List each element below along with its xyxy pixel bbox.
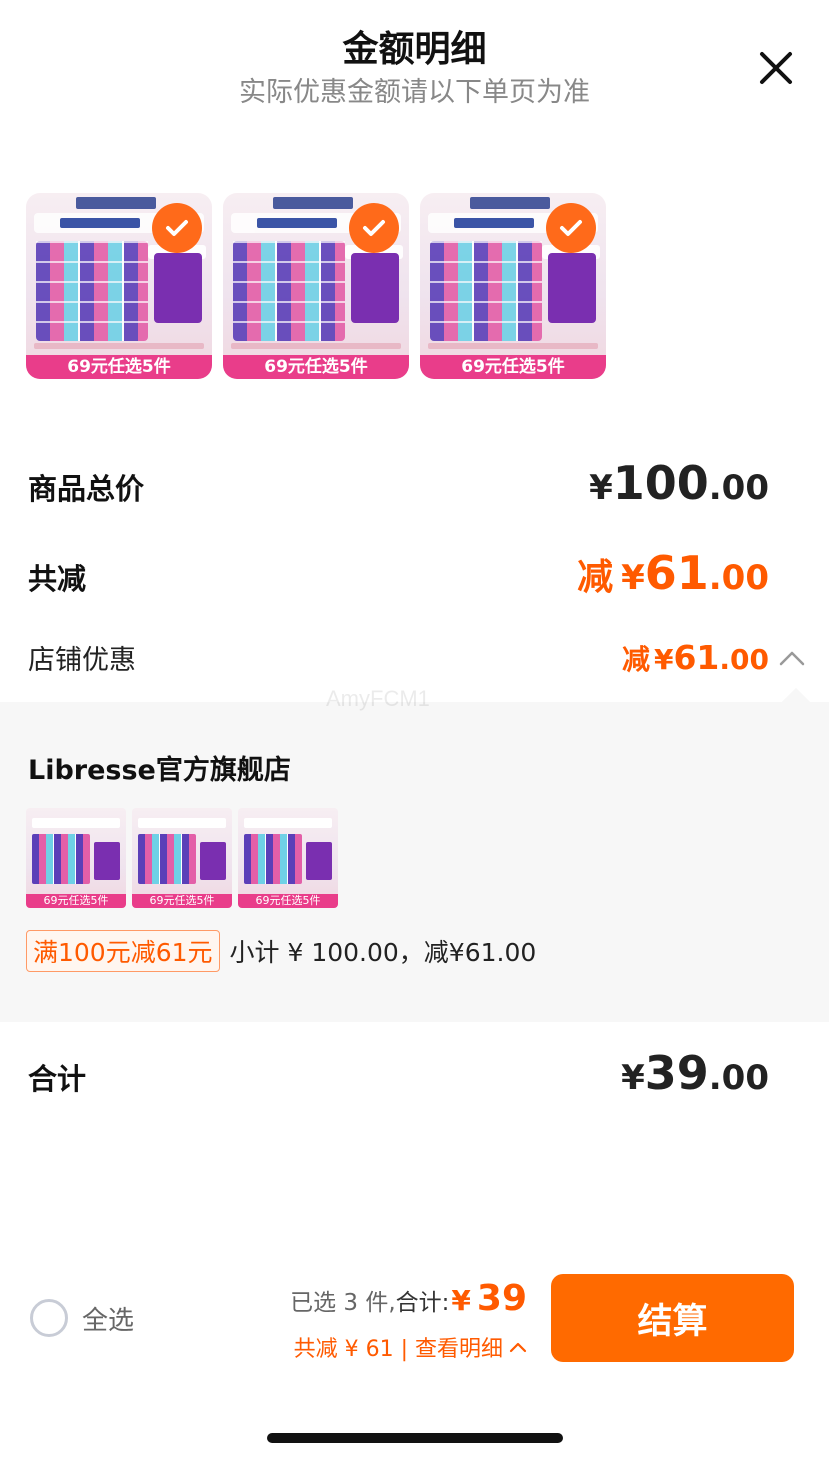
select-all-toggle[interactable]: 全选 bbox=[30, 1299, 134, 1337]
currency-symbol: ¥ bbox=[451, 1284, 471, 1317]
thumbnail-banner: 69元任选5件 bbox=[26, 894, 126, 908]
view-detail-link[interactable]: 共减 ¥ 61 | 查看明细 bbox=[294, 1331, 527, 1363]
final-total-value: ¥39.00 bbox=[621, 1046, 769, 1100]
promo-line: 满100元减61元 小计 ¥ 100.00，减¥61.00 bbox=[26, 930, 536, 972]
check-icon bbox=[349, 203, 399, 253]
discount-total-label: 共减 bbox=[28, 562, 87, 596]
fine-print bbox=[34, 343, 204, 349]
fine-print bbox=[231, 343, 401, 349]
amount-decimal: .00 bbox=[708, 558, 769, 598]
amount-integer: 39 bbox=[644, 1046, 709, 1100]
brand-logo bbox=[470, 197, 550, 209]
store-discount-row[interactable]: 店铺优惠 减 ¥61.00 bbox=[28, 638, 769, 678]
amount-integer: 100 bbox=[612, 456, 709, 510]
thumbnail-banner: 69元任选5件 bbox=[26, 355, 212, 379]
brand-logo bbox=[273, 197, 353, 209]
store-subtotal: 小计 ¥ 100.00，减¥61.00 bbox=[229, 938, 537, 967]
discount-total-row: 共减 减 ¥61.00 bbox=[28, 546, 769, 600]
selected-count: 已选 3 件, bbox=[290, 1290, 396, 1316]
radio-icon[interactable] bbox=[30, 1299, 68, 1337]
total-price-row: 商品总价 ¥100.00 bbox=[28, 456, 769, 510]
discount-detail-text: 共减 ¥ 61 | 查看明细 bbox=[293, 1337, 503, 1362]
product-grid-image bbox=[244, 834, 302, 884]
product-pack-image bbox=[154, 253, 202, 323]
discount-prefix: 减 bbox=[621, 643, 650, 676]
watermark: AmyFCM1 bbox=[326, 686, 430, 711]
store-product-thumbnail[interactable]: 69元任选5件 bbox=[132, 808, 232, 908]
amount-decimal: .00 bbox=[719, 643, 769, 676]
thumbnail-headline bbox=[32, 818, 120, 828]
thumbnail-banner: 69元任选5件 bbox=[223, 355, 409, 379]
product-grid-image bbox=[430, 241, 542, 341]
bottom-total-value: 39 bbox=[476, 1278, 527, 1319]
product-thumbnail[interactable]: 69元任选5件 bbox=[420, 193, 606, 379]
page-title: 金额明细 bbox=[342, 29, 487, 70]
product-thumbnail[interactable]: 69元任选5件 bbox=[223, 193, 409, 379]
bottom-summary: 已选 3 件, 合计: ¥ 39 bbox=[290, 1278, 527, 1319]
store-name: Libresse官方旗舰店 bbox=[28, 755, 291, 786]
currency-symbol: ¥ bbox=[589, 468, 613, 508]
currency-symbol: ¥ bbox=[653, 643, 674, 676]
check-icon bbox=[546, 203, 596, 253]
product-pack-image bbox=[200, 842, 226, 880]
select-all-label: 全选 bbox=[82, 1305, 135, 1336]
promo-chip: 满100元减61元 bbox=[26, 930, 220, 972]
product-grid-image bbox=[138, 834, 196, 884]
store-product-thumbnail[interactable]: 69元任选5件 bbox=[238, 808, 338, 908]
product-pack-image bbox=[306, 842, 332, 880]
brand-logo bbox=[76, 197, 156, 209]
chevron-up-icon bbox=[509, 1342, 527, 1353]
close-button[interactable] bbox=[754, 46, 798, 90]
amount-integer: 61 bbox=[644, 546, 709, 600]
store-discount-label: 店铺优惠 bbox=[28, 645, 136, 676]
total-price-label: 商品总价 bbox=[28, 472, 145, 506]
amount-decimal: .00 bbox=[708, 1058, 769, 1098]
page-subtitle: 实际优惠金额请以下单页为准 bbox=[239, 77, 590, 108]
store-product-thumbnail[interactable]: 69元任选5件 bbox=[26, 808, 126, 908]
product-grid-image bbox=[36, 241, 148, 341]
final-total-row: 合计 ¥39.00 bbox=[28, 1046, 769, 1100]
product-pack-image bbox=[351, 253, 399, 323]
store-discount-panel: Libresse官方旗舰店 69元任选5件 69元任选5件 69元任选5件 满1… bbox=[0, 687, 829, 1022]
thumbnail-banner: 69元任选5件 bbox=[238, 894, 338, 908]
checkout-button[interactable]: 结算 bbox=[551, 1274, 794, 1362]
discount-prefix: 减 bbox=[577, 557, 614, 598]
final-total-label: 合计 bbox=[28, 1062, 87, 1096]
currency-symbol: ¥ bbox=[621, 558, 645, 598]
thumbnail-headline bbox=[138, 818, 226, 828]
thumbnail-banner: 69元任选5件 bbox=[420, 355, 606, 379]
thumbnail-headline bbox=[244, 818, 332, 828]
product-thumbnail[interactable]: 69元任选5件 bbox=[26, 193, 212, 379]
selected-products: 69元任选5件 69元任选5件 69元任选5件 bbox=[26, 193, 606, 379]
chevron-up-icon[interactable] bbox=[778, 648, 806, 668]
store-discount-value: 减 ¥61.00 bbox=[622, 638, 769, 678]
check-icon bbox=[152, 203, 202, 253]
total-price-value: ¥100.00 bbox=[589, 456, 769, 510]
amount-decimal: .00 bbox=[708, 468, 769, 508]
product-grid-image bbox=[233, 241, 345, 341]
panel-pointer bbox=[781, 687, 811, 717]
discount-total-value: 减 ¥61.00 bbox=[577, 546, 769, 600]
home-indicator bbox=[267, 1433, 563, 1443]
amount-integer: 61 bbox=[673, 638, 720, 677]
store-product-list: 69元任选5件 69元任选5件 69元任选5件 bbox=[26, 808, 338, 908]
bottom-total-label: 合计: bbox=[395, 1290, 450, 1316]
fine-print bbox=[428, 343, 598, 349]
thumbnail-banner: 69元任选5件 bbox=[132, 894, 232, 908]
product-pack-image bbox=[94, 842, 120, 880]
product-pack-image bbox=[548, 253, 596, 323]
close-icon bbox=[760, 52, 792, 84]
currency-symbol: ¥ bbox=[621, 1058, 645, 1098]
product-grid-image bbox=[32, 834, 90, 884]
